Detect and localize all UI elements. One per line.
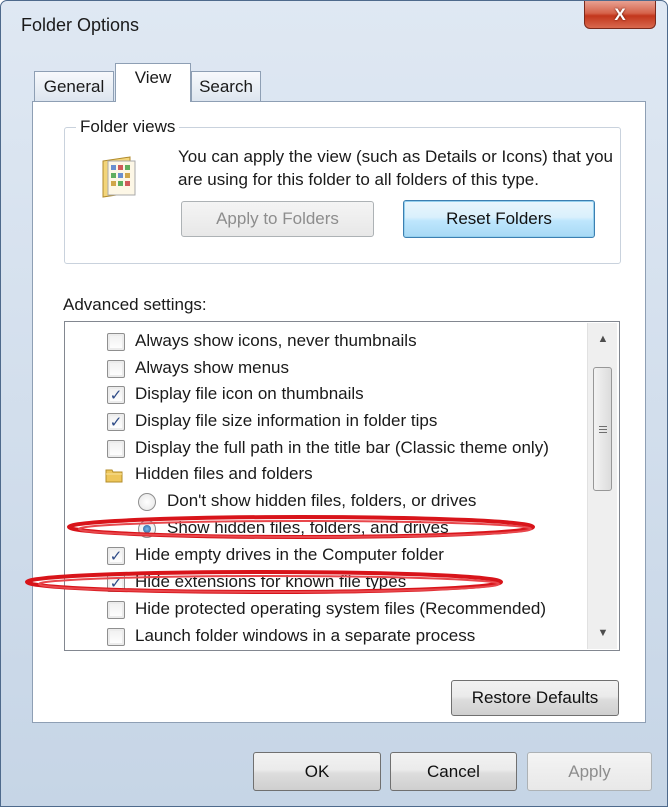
setting-label: Launch folder windows in a separate proc…	[135, 626, 476, 645]
tab-view[interactable]: View	[115, 63, 191, 102]
radio-button[interactable]	[138, 493, 156, 511]
checkbox[interactable]	[107, 333, 125, 351]
scroll-up-icon[interactable]: ▲	[588, 327, 618, 351]
radio-button-selected[interactable]	[138, 520, 156, 538]
checkbox[interactable]	[107, 601, 125, 619]
advanced-settings-list[interactable]: Always show icons, never thumbnails Alwa…	[64, 321, 620, 651]
check-icon: ✓	[109, 386, 123, 404]
folder-views-description: You can apply the view (such as Details …	[178, 147, 613, 189]
setting-always-show-icons[interactable]: Always show icons, never thumbnails	[65, 327, 595, 354]
checkbox-checked[interactable]: ✓	[107, 413, 125, 431]
setting-display-file-icon[interactable]: ✓ Display file icon on thumbnails	[65, 380, 595, 407]
advanced-settings-label: Advanced settings:	[63, 295, 207, 314]
ok-button[interactable]: OK	[253, 752, 381, 791]
setting-hide-extensions[interactable]: ✓ Hide extensions for known file types	[65, 568, 595, 595]
close-icon: X	[614, 4, 626, 24]
setting-label: Always show menus	[135, 358, 290, 377]
checkbox-checked[interactable]: ✓	[107, 386, 125, 404]
checkbox[interactable]	[107, 628, 125, 646]
setting-label: Hide extensions for known file types	[135, 572, 407, 591]
check-icon: ✓	[109, 413, 123, 431]
setting-label: Always show icons, never thumbnails	[135, 331, 417, 350]
checkbox[interactable]	[107, 360, 125, 378]
setting-group-hidden-files: Hidden files and folders	[65, 460, 595, 487]
setting-hide-empty-drives[interactable]: ✓ Hide empty drives in the Computer fold…	[65, 541, 595, 568]
window-title: Folder Options	[21, 15, 140, 35]
tab-general-label: General	[43, 76, 105, 96]
apply-to-folders-button[interactable]: Apply to Folders	[181, 201, 374, 237]
setting-label: Display file size information in folder …	[135, 411, 438, 430]
cancel-button[interactable]: Cancel	[390, 752, 517, 791]
settings-scrollbar[interactable]: ▲ ▼	[587, 323, 617, 649]
setting-display-full-path[interactable]: Display the full path in the title bar (…	[65, 434, 595, 461]
checkbox[interactable]	[107, 440, 125, 458]
close-button[interactable]: X	[584, 1, 656, 29]
grip-line	[599, 432, 607, 433]
tab-general[interactable]: General	[34, 71, 114, 101]
title-bar[interactable]: Folder Options X	[1, 1, 667, 55]
apply-button[interactable]: Apply	[527, 752, 652, 791]
grip-line	[599, 426, 607, 427]
tab-view-label: View	[134, 68, 172, 87]
setting-label: Display file icon on thumbnails	[135, 384, 364, 403]
restore-defaults-button[interactable]: Restore Defaults	[451, 680, 619, 716]
grip-line	[599, 429, 607, 430]
setting-always-show-menus[interactable]: Always show menus	[65, 354, 595, 381]
checkbox-checked[interactable]: ✓	[107, 547, 125, 565]
tab-search-label: Search	[199, 76, 253, 96]
setting-hide-protected-files[interactable]: Hide protected operating system files (R…	[65, 595, 595, 622]
check-icon: ✓	[109, 574, 123, 592]
setting-label: Display the full path in the title bar (…	[135, 438, 549, 457]
scroll-down-icon[interactable]: ▼	[588, 621, 618, 645]
setting-group-label: Hidden files and folders	[135, 464, 313, 483]
setting-label: Don't show hidden files, folders, or dri…	[167, 491, 477, 510]
setting-display-file-size[interactable]: ✓ Display file size information in folde…	[65, 407, 595, 434]
folder-views-label: Folder views	[76, 117, 180, 137]
scroll-thumb[interactable]	[593, 367, 612, 491]
check-icon: ✓	[109, 547, 123, 565]
setting-dont-show-hidden[interactable]: Don't show hidden files, folders, or dri…	[65, 487, 595, 514]
tab-search[interactable]: Search	[191, 71, 261, 101]
checkbox-checked[interactable]: ✓	[107, 574, 125, 592]
setting-show-hidden[interactable]: Show hidden files, folders, and drives	[65, 514, 595, 541]
setting-label: Show hidden files, folders, and drives	[167, 518, 449, 537]
reset-folders-button[interactable]: Reset Folders	[403, 200, 595, 238]
setting-label: Hide protected operating system files (R…	[135, 599, 547, 618]
setting-label: Hide empty drives in the Computer folder	[135, 545, 444, 564]
folder-options-window: Folder Options X General View Search Fol…	[0, 0, 668, 807]
folder-view-icon	[102, 156, 136, 198]
setting-launch-separate-process[interactable]: Launch folder windows in a separate proc…	[65, 622, 595, 649]
folder-icon	[105, 469, 123, 483]
